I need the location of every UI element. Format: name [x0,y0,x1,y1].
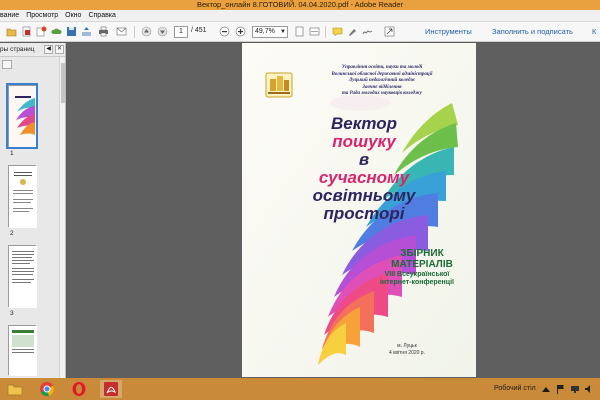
desktop-label[interactable]: Робочий стіл [494,385,536,392]
cover-title: Вектор пошуку в сучасному освітньому про… [254,115,474,223]
menu-bar: вание Просмотр Окно Справка [0,10,600,22]
window-title: Вектор_онлайн 8.ГОТОВИЙ. 04.04.2020.pdf … [196,0,404,9]
email-icon[interactable] [116,26,127,37]
cover-collection-line: МАТЕРІАЛІВ [391,259,453,270]
cover-conference-line: інтернет-конференції [379,279,454,286]
toolbar-separator [134,26,135,38]
thumbnail-page-number: 1 [10,150,14,157]
flag-icon[interactable] [556,384,566,394]
zoom-value: 49,7% [255,28,275,35]
cover-collection-label: ЗБІРНИК МАТЕРІАЛІВ [372,248,472,270]
zoom-in-icon[interactable] [235,26,246,37]
sign-icon[interactable] [362,26,373,37]
convert-icon[interactable] [36,26,47,37]
comment-icon[interactable] [332,26,343,37]
chevron-up-icon[interactable] [542,386,550,392]
thumbnail-page-4[interactable] [8,325,37,376]
cover-title-highlight: сучасному [318,168,410,187]
pdf-cover-page: Управління освіти, науки та молоді Волин… [242,43,476,377]
cover-organization: Управління освіти, науки та молоді Волин… [302,65,462,98]
save-icon[interactable] [66,26,77,37]
title-bar: Вектор_онлайн 8.ГОТОВИЙ. 04.04.2020.pdf … [0,0,600,10]
create-pdf-icon[interactable] [21,26,32,37]
thumbnails-header: ры страниц ◀ ✕ [0,43,65,57]
taskbar: Робочий стіл [0,378,600,400]
cover-title-line-1: Вектор пошуку [254,115,474,151]
page-thumbnails-panel: ры страниц ◀ ✕ 1 2 3 [0,43,66,378]
cover-title-line-3: освітньому [312,186,416,205]
highlight-icon[interactable] [347,26,358,37]
menu-item-help[interactable]: Справка [88,12,115,19]
chrome-icon [40,382,54,396]
chrome-button[interactable] [36,380,58,398]
cover-org-line: та Рада молодих науковців коледжу [341,91,423,96]
cover-city-date: м. Луцьк 4 квітня 2020 р. [372,343,442,357]
scrollbar-thumb[interactable] [61,63,65,103]
cover-title-highlight: пошуку [332,132,396,151]
thumbnail-page-3[interactable] [8,245,37,308]
previous-page-icon[interactable] [141,26,152,37]
toolbar-separator [325,26,326,38]
expand-icon[interactable] [384,26,395,37]
menu-item-window[interactable]: Окно [65,12,81,19]
menu-item-view[interactable]: Просмотр [26,12,58,19]
zoom-out-icon[interactable] [219,26,230,37]
cover-title-line-4: просторі [323,204,405,223]
page-thumbnail-image [9,326,37,376]
cover-collection-line: ЗБІРНИК [400,248,444,259]
cover-city: м. Луцьк [397,343,417,349]
upload-icon[interactable] [81,26,92,37]
opera-icon [72,382,86,396]
document-viewer[interactable]: Управління освіти, науки та молоді Волин… [67,43,600,378]
open-folder-icon[interactable] [6,26,17,37]
thumbnail-options-icon[interactable] [2,60,12,69]
tools-link[interactable]: Инструменты [425,27,472,36]
cover-conference-line: VIII Всеукраїнської [384,271,450,278]
fit-width-icon[interactable] [309,26,320,37]
file-explorer-button[interactable] [4,380,26,398]
page-thumbnail-image [9,166,37,228]
thumbnail-page-number: 3 [10,310,14,317]
college-logo-icon [265,72,293,98]
cover-conference: VIII Всеукраїнської інтернет-конференції [362,271,472,287]
volume-icon[interactable] [584,384,594,394]
thumbnail-page-1[interactable] [6,83,38,149]
opera-button[interactable] [68,380,90,398]
cover-title-word: в [358,150,370,169]
thumbnail-page-2[interactable] [8,165,37,228]
toolbar: 1 / 451 49,7% ▼ Инструменты Заполнить и … [0,22,600,42]
next-page-icon[interactable] [157,26,168,37]
zoom-select[interactable]: 49,7% ▼ [252,26,288,38]
save-cloud-icon[interactable] [51,26,62,37]
cover-title-line-2: в сучасному [254,151,474,187]
adobe-reader-button[interactable] [100,380,122,398]
thumbnails-title: ры страниц [0,46,35,53]
page-number-input[interactable]: 1 [174,26,188,38]
cover-thumbnail-image [9,86,37,148]
page-thumbnail-image [9,246,37,308]
thumbnails-scrollbar[interactable] [59,57,65,378]
page-total: / 451 [191,27,207,34]
fill-sign-link[interactable]: Заполнить и подписать [492,27,573,36]
cover-title-word: Вектор [330,114,397,133]
collapse-panel-icon[interactable]: ◀ [44,45,53,54]
network-icon[interactable] [570,384,580,394]
thumbnail-page-number: 2 [10,230,14,237]
fit-page-icon[interactable] [294,26,305,37]
chevron-down-icon: ▼ [280,29,286,35]
menu-item-file[interactable]: вание [0,12,19,19]
close-panel-icon[interactable]: ✕ [55,45,64,54]
comment-link[interactable]: К [592,27,596,36]
print-icon[interactable] [98,26,109,37]
acrobat-icon [104,382,118,396]
cover-date: 4 квітня 2020 р. [389,350,425,356]
file-explorer-icon [7,384,23,396]
